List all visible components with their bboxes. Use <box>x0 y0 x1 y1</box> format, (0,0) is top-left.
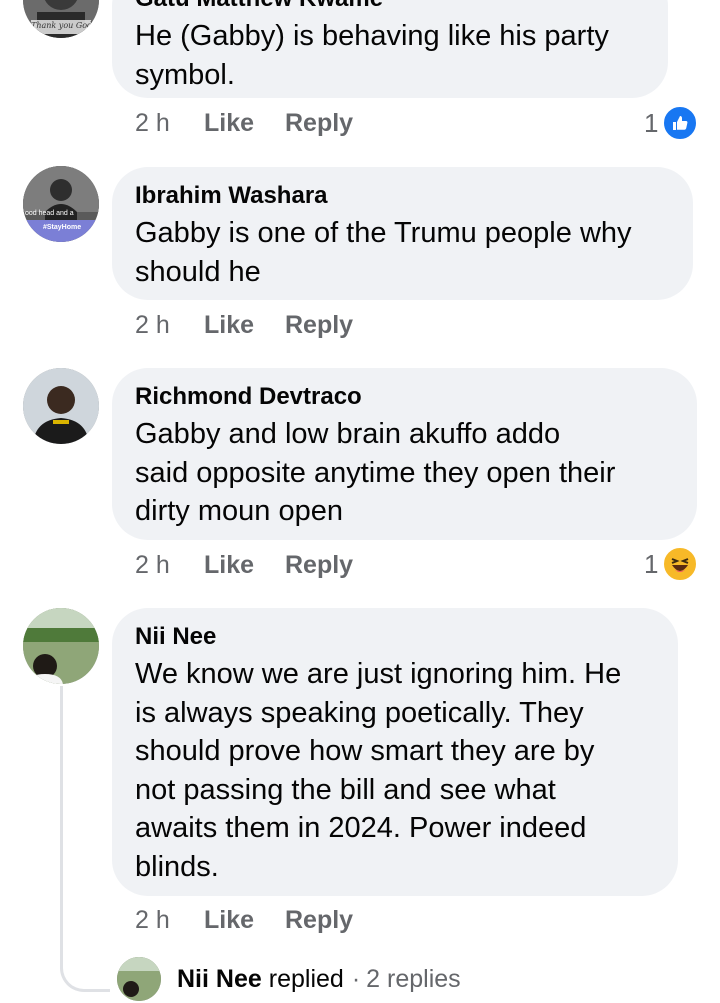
avatar-badge: #StayHome <box>43 224 82 231</box>
comment-author[interactable]: Nii Nee <box>135 621 656 655</box>
avatar-caption: ood head and a <box>25 210 74 217</box>
comment-text: We know we are just ignoring him. He is … <box>135 658 622 883</box>
comment-actions: 2 h Like Reply <box>135 305 353 345</box>
reply-separator: · <box>351 964 361 993</box>
haha-laughing-emoji-icon <box>662 546 699 582</box>
reaction-summary[interactable]: 1 <box>644 105 699 141</box>
comment-bubble: Ibrahim Washara Gabby is one of the Trum… <box>112 167 693 300</box>
reply-author: Nii Nee <box>177 964 262 993</box>
comment-bubble: Gatu Matthew Kwame He (Gabby) is behavin… <box>112 0 668 98</box>
view-replies-link[interactable]: Nii Nee replied · 2 replies <box>117 957 461 1001</box>
comment-timestamp[interactable]: 2 h <box>135 551 204 580</box>
avatar-caption: Thank you God! <box>31 21 96 30</box>
like-button[interactable]: Like <box>204 311 285 340</box>
like-button[interactable]: Like <box>204 551 285 580</box>
comment-text: He (Gabby) is behaving like his party sy… <box>135 20 609 91</box>
like-button[interactable]: Like <box>204 109 285 138</box>
reply-button[interactable]: Reply <box>285 906 353 935</box>
avatar[interactable]: Thank you God! <box>23 0 99 38</box>
thread-connector-line <box>60 686 63 956</box>
comment-bubble: Richmond Devtraco Gabby and low brain ak… <box>112 368 697 540</box>
comment-author[interactable]: Gatu Matthew Kwame <box>135 0 646 17</box>
reply-action-text: replied <box>268 964 344 993</box>
comment-text: Gabby is one of the Trumu people why sho… <box>135 217 632 288</box>
comment-actions: 2 h Like Reply <box>135 545 353 585</box>
reply-button[interactable]: Reply <box>285 109 353 138</box>
comment-author[interactable]: Richmond Devtraco <box>135 381 675 415</box>
comment-author[interactable]: Ibrahim Washara <box>135 180 671 214</box>
reaction-summary[interactable]: 1 <box>644 546 699 582</box>
avatar[interactable]: ood head and a #StayHome <box>23 166 99 242</box>
reply-avatar <box>117 957 161 1001</box>
comment-timestamp[interactable]: 2 h <box>135 906 204 935</box>
like-thumbs-up-icon <box>662 105 699 141</box>
reaction-count: 1 <box>644 107 659 138</box>
like-button[interactable]: Like <box>204 906 285 935</box>
comment-actions: 2 h Like Reply <box>135 900 353 940</box>
reply-button[interactable]: Reply <box>285 551 353 580</box>
reply-count: 2 replies <box>366 964 461 993</box>
reply-button[interactable]: Reply <box>285 311 353 340</box>
reaction-count: 1 <box>644 548 659 579</box>
comment-actions: 2 h Like Reply <box>135 103 353 143</box>
comment-bubble: Nii Nee We know we are just ignoring him… <box>112 608 678 896</box>
comment-timestamp[interactable]: 2 h <box>135 311 204 340</box>
avatar[interactable] <box>23 608 99 684</box>
comment-timestamp[interactable]: 2 h <box>135 109 204 138</box>
thread-connector-curve <box>60 950 110 992</box>
avatar[interactable] <box>23 368 99 444</box>
comment-text: Gabby and low brain akuffo addo said opp… <box>135 418 616 527</box>
